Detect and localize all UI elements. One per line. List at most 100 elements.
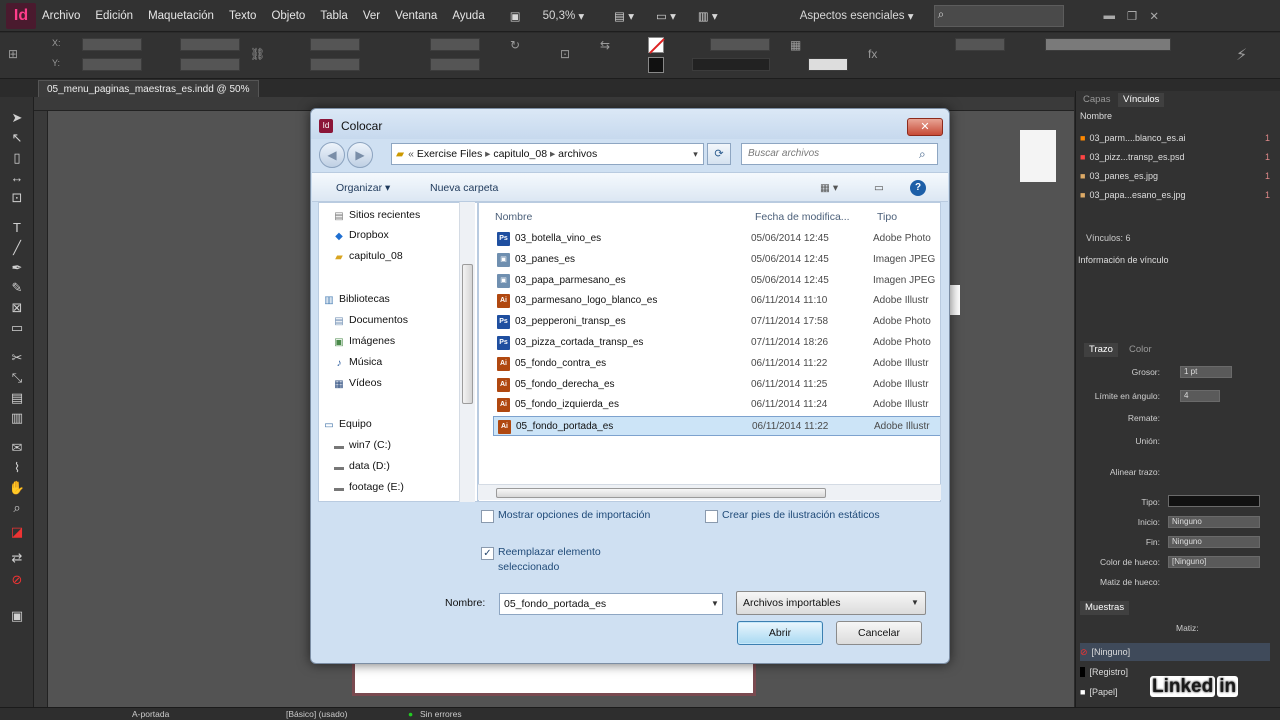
rectangle-frame-tool-icon[interactable]: ⊠ [8, 299, 26, 317]
stroke-swatch[interactable] [648, 57, 664, 73]
open-button[interactable]: Abrir [737, 621, 823, 645]
menu-maquetacion[interactable]: Maquetación [148, 10, 214, 22]
file-row[interactable]: Ps 03_botella_vino_es 05/06/2014 12:45 Adob… [493, 229, 940, 249]
nav-drive-c[interactable]: win7 (C:) [349, 439, 391, 451]
tab-trazo[interactable]: Trazo [1084, 343, 1118, 357]
corner-size-field[interactable] [955, 38, 1005, 51]
shear-field[interactable] [430, 58, 480, 71]
width-field[interactable] [180, 38, 240, 51]
y-field[interactable] [82, 58, 142, 71]
reference-point-icon[interactable]: ⊞ [8, 47, 18, 61]
pen-tool-icon[interactable]: ✒ [8, 259, 26, 277]
preflight-status[interactable]: Sin errores [420, 709, 462, 719]
address-bar[interactable]: ▰ « Exercise Files ▸ capitulo_08 ▸ archi… [391, 143, 704, 165]
refresh-button[interactable]: ⟳ [707, 143, 731, 165]
zoom-select[interactable]: 50,3% ▾ [543, 5, 585, 27]
filename-dropdown[interactable]: ▼ [707, 593, 723, 615]
menu-ayuda[interactable]: Ayuda [452, 10, 484, 22]
type-tool-icon[interactable]: T [8, 219, 26, 237]
replace-item-checkbox[interactable]: ✓ [481, 547, 494, 560]
quick-apply-icon[interactable]: ⚡ [1236, 45, 1247, 65]
file-row[interactable]: Ai 03_parmesano_logo_blanco_es 06/11/2014 … [493, 291, 940, 311]
scale-x-field[interactable] [310, 38, 360, 51]
preview-pane-icon[interactable]: ▭ [874, 182, 884, 194]
menu-objeto[interactable]: Objeto [271, 10, 305, 22]
menu-ventana[interactable]: Ventana [395, 10, 437, 22]
gap-tool-icon[interactable]: ↔ [8, 169, 26, 187]
flip-icon[interactable]: ⇆ [600, 38, 610, 52]
page-tool-icon[interactable]: ▯ [8, 149, 26, 167]
fin-select[interactable]: Ninguno [1168, 536, 1260, 548]
grosor-field[interactable]: 1 pt [1180, 366, 1232, 378]
tab-muestras[interactable]: Muestras [1080, 601, 1130, 615]
cancel-button[interactable]: Cancelar [836, 621, 922, 645]
constrain-proportions-icon[interactable]: ⛓ [250, 47, 265, 61]
rotate-icon[interactable]: ↻ [510, 38, 520, 52]
opacity-field[interactable] [808, 58, 848, 71]
breadcrumb-item[interactable]: archivos [558, 148, 597, 160]
nav-recent[interactable]: Sitios recientes [349, 209, 420, 221]
link-info-header[interactable]: Información de vínculo [1078, 255, 1169, 265]
filename-input[interactable]: 05_fondo_portada_es [499, 593, 723, 615]
arrange-documents-icon[interactable]: ▥ ▾ [698, 5, 718, 27]
address-history-dropdown[interactable]: ▾ [687, 143, 704, 165]
search-icon[interactable]: ⌕ [919, 147, 926, 162]
tab-capas[interactable]: Capas [1078, 93, 1115, 107]
file-type-dropdown-icon[interactable]: ▼ [907, 591, 923, 615]
scrollbar-thumb[interactable] [496, 488, 826, 498]
hand-tool-icon[interactable]: ✋ [8, 479, 26, 497]
stroke-weight-field[interactable] [710, 38, 770, 51]
x-field[interactable] [82, 38, 142, 51]
close-window-icon[interactable]: ✕ [1149, 5, 1159, 27]
fill-stroke-icon[interactable]: ◪ [8, 523, 26, 541]
link-row[interactable]: ■ 03_panes_es.jpg 1 [1080, 167, 1270, 185]
back-button[interactable]: ◀ [319, 142, 345, 168]
page-indicator[interactable]: A-portada [132, 709, 169, 719]
tipo-select[interactable] [1168, 495, 1260, 507]
file-row[interactable]: Ai 05_fondo_izquierda_es 06/11/2014 11:24 A… [493, 395, 940, 415]
help-icon[interactable]: ? [910, 180, 926, 196]
limite-field[interactable]: 4 [1180, 390, 1220, 402]
nav-capitulo[interactable]: capitulo_08 [349, 250, 403, 262]
file-row[interactable]: Ai 05_fondo_derecha_es 06/11/2014 11:25 Ado… [493, 375, 940, 395]
document-tab[interactable]: 05_menu_paginas_maestras_es.indd @ 50% [38, 80, 259, 97]
tab-color[interactable]: Color [1124, 343, 1157, 357]
rectangle-tool-icon[interactable]: ▭ [8, 319, 26, 337]
link-row[interactable]: ■ 03_parm....blanco_es.ai 1 [1080, 129, 1270, 147]
object-style-select[interactable] [1045, 38, 1171, 51]
menu-ver[interactable]: Ver [363, 10, 380, 22]
search-input[interactable]: Buscar archivos [741, 143, 938, 165]
note-tool-icon[interactable]: ✉ [8, 439, 26, 457]
nav-videos[interactable]: Vídeos [349, 377, 382, 389]
close-dialog-button[interactable]: ✕ [907, 118, 943, 136]
color-hueco-select[interactable]: [Ninguno] [1168, 556, 1260, 568]
restore-icon[interactable]: ❐ [1127, 5, 1137, 27]
effects-icon[interactable]: fx [868, 47, 877, 61]
swap-fill-stroke-icon[interactable]: ⇄ [8, 549, 26, 567]
bridge-icon[interactable]: ▣ [510, 5, 521, 27]
stroke-type-field[interactable] [692, 58, 770, 71]
workspace-select[interactable]: Aspectos esenciales ▾ [800, 5, 914, 27]
file-row[interactable]: Ps 03_pizza_cortada_transp_es 07/11/2014 1… [493, 333, 940, 353]
fill-swatch[interactable] [648, 37, 665, 54]
nav-documents[interactable]: Documentos [349, 314, 408, 326]
tab-vinculos[interactable]: Vínculos [1118, 93, 1165, 107]
file-row[interactable]: Ai 05_fondo_portada_es 06/11/2014 11:22 Ado… [493, 416, 940, 437]
file-row[interactable]: Ai 05_fondo_contra_es 06/11/2014 11:22 Adob… [493, 354, 940, 374]
nav-libraries[interactable]: Bibliotecas [339, 293, 390, 305]
direct-selection-tool-icon[interactable]: ↖ [8, 129, 26, 147]
nav-images[interactable]: Imágenes [349, 335, 395, 347]
swatch-row[interactable]: ⊘ [Ninguno] [1080, 643, 1270, 661]
nav-dropbox[interactable]: Dropbox [349, 229, 389, 241]
new-folder-button[interactable]: Nueva carpeta [430, 182, 498, 194]
column-name[interactable]: Nombre [495, 211, 532, 223]
view-options-icon[interactable]: ▤ ▾ [614, 5, 634, 27]
help-search-input[interactable]: ⌕ [933, 4, 1064, 27]
screen-mode-tool-icon[interactable]: ▣ [8, 607, 26, 625]
column-type[interactable]: Tipo [877, 211, 897, 223]
selection-container-icon[interactable]: ⊡ [560, 47, 570, 61]
replace-item-label[interactable]: Reemplazar elemento seleccionado [498, 545, 658, 575]
inicio-select[interactable]: Ninguno [1168, 516, 1260, 528]
forward-button[interactable]: ▶ [347, 142, 373, 168]
breadcrumb-item[interactable]: capitulo_08 [493, 148, 547, 160]
